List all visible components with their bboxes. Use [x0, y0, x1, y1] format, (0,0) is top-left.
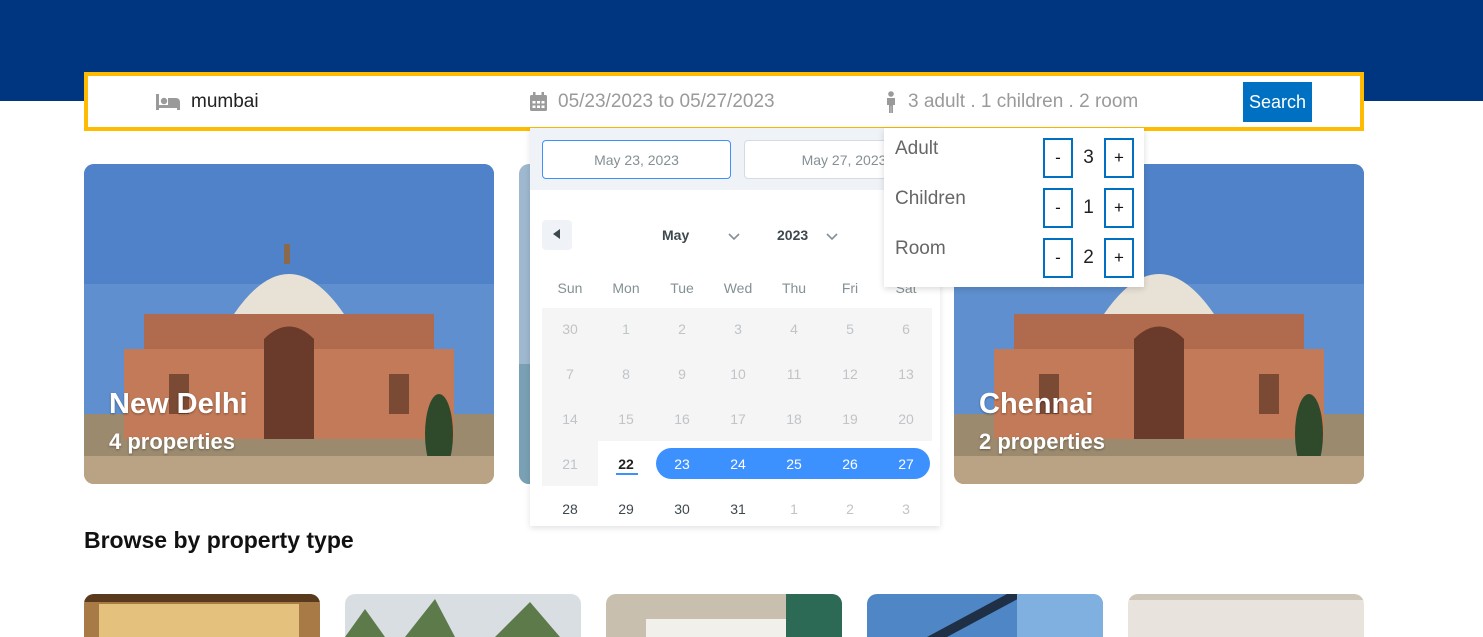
year-select[interactable]: 2023 — [777, 227, 808, 243]
start-date-input[interactable]: May 23, 2023 — [542, 140, 731, 179]
destination-value: mumbai — [191, 90, 259, 112]
room-row: Room - 2 + — [884, 238, 1144, 280]
calendar-icon — [529, 91, 548, 112]
property-type-card[interactable] — [606, 594, 842, 637]
guests-field[interactable]: 3 adult . 1 children . 2 room — [884, 76, 1138, 127]
calendar-day: 18 — [786, 411, 802, 427]
calendar-day: 14 — [562, 411, 578, 427]
calendar-day[interactable]: 29 — [598, 501, 654, 517]
chevron-down-icon[interactable] — [728, 228, 740, 246]
calendar-day: 9 — [678, 366, 686, 382]
city-name: New Delhi — [109, 388, 248, 420]
calendar-day[interactable]: 30 — [654, 501, 710, 517]
calendar-day[interactable]: 28 — [542, 501, 598, 517]
search-button[interactable]: Search — [1243, 82, 1312, 122]
property-photo — [345, 594, 581, 637]
calendar-day: 17 — [730, 411, 746, 427]
calendar-day[interactable]: 24 — [710, 456, 766, 472]
weekday-header: Sun — [557, 280, 583, 296]
calendar-day: 11 — [786, 366, 802, 382]
weekday-header: Mon — [612, 280, 640, 296]
room-count: 2 — [1083, 247, 1094, 268]
caret-left-icon — [553, 226, 561, 244]
weekday-header: Tue — [670, 280, 694, 296]
month-select[interactable]: May — [662, 227, 689, 243]
person-icon — [884, 90, 898, 113]
date-range-picker: May 23, 2023 May 27, 2023 May 2023 Sun Mo… — [530, 128, 944, 526]
children-count: 1 — [1083, 197, 1094, 218]
destination-field[interactable]: mumbai — [155, 76, 259, 127]
calendar-day[interactable]: 23 — [654, 456, 710, 472]
adult-row: Adult - 3 + — [884, 138, 1144, 180]
property-type-card[interactable] — [345, 594, 581, 637]
calendar-day: 15 — [618, 411, 634, 427]
property-count: 2 properties — [979, 429, 1105, 454]
calendar-day[interactable]: 31 — [710, 501, 766, 517]
adult-label: Adult — [895, 138, 939, 159]
chevron-down-icon[interactable] — [826, 228, 838, 246]
city-card-new-delhi[interactable]: New Delhi 4 properties — [84, 164, 494, 484]
children-decrement-button[interactable]: - — [1043, 188, 1073, 228]
room-increment-button[interactable]: + — [1104, 238, 1134, 278]
calendar-day: 20 — [898, 411, 914, 427]
calendar-day: 3 — [734, 321, 742, 337]
weekday-header: Fri — [841, 280, 859, 296]
calendar-day: 12 — [842, 366, 858, 382]
property-count: 4 properties — [109, 429, 235, 454]
bed-icon — [155, 92, 181, 112]
property-photo — [84, 594, 320, 637]
calendar-day: 1 — [790, 501, 798, 517]
calendar-day: 2 — [846, 501, 854, 517]
calendar-day[interactable]: 27 — [878, 456, 934, 472]
calendar-day: 5 — [846, 321, 854, 337]
search-bar: mumbai 05/23/2023 to 05/27/2023 3 adult … — [84, 72, 1364, 131]
calendar-day[interactable]: 25 — [766, 456, 822, 472]
property-type-card[interactable] — [1128, 594, 1364, 637]
calendar-day[interactable]: 22 — [598, 456, 654, 472]
calendar-day: 6 — [902, 321, 910, 337]
weekday-header: Thu — [781, 280, 807, 296]
calendar-day: 2 — [678, 321, 686, 337]
browse-property-type-heading: Browse by property type — [84, 527, 354, 553]
calendar-day: 4 — [790, 321, 798, 337]
calendar-day: 7 — [566, 366, 574, 382]
city-name: Chennai — [979, 388, 1094, 420]
children-label: Children — [895, 188, 966, 209]
room-label: Room — [895, 238, 946, 259]
today-indicator — [616, 473, 638, 475]
children-increment-button[interactable]: + — [1104, 188, 1134, 228]
calendar-day: 19 — [842, 411, 858, 427]
calendar-day: 30 — [562, 321, 578, 337]
weekday-header: Wed — [723, 280, 753, 296]
calendar-day[interactable]: 26 — [822, 456, 878, 472]
guests-options-popover: Adult - 3 + Children - 1 + Room - 2 + — [884, 128, 1144, 287]
room-decrement-button[interactable]: - — [1043, 238, 1073, 278]
property-photo — [867, 594, 1103, 637]
calendar-day: 3 — [902, 501, 910, 517]
adult-increment-button[interactable]: + — [1104, 138, 1134, 178]
guests-summary-value: 3 adult . 1 children . 2 room — [908, 90, 1139, 112]
calendar-day: 8 — [622, 366, 630, 382]
date-field[interactable]: 05/23/2023 to 05/27/2023 — [529, 76, 775, 127]
date-range-value: 05/23/2023 to 05/27/2023 — [558, 90, 775, 112]
adult-count: 3 — [1083, 147, 1094, 168]
calendar-day: 1 — [622, 321, 630, 337]
adult-decrement-button[interactable]: - — [1043, 138, 1073, 178]
calendar-day: 10 — [730, 366, 746, 382]
property-photo — [606, 594, 842, 637]
property-type-card[interactable] — [84, 594, 320, 637]
property-type-card[interactable] — [867, 594, 1103, 637]
calendar-day: 13 — [898, 366, 914, 382]
property-photo — [1128, 594, 1364, 637]
calendar-day: 16 — [674, 411, 690, 427]
previous-month-button[interactable] — [542, 220, 572, 250]
children-row: Children - 1 + — [884, 188, 1144, 230]
calendar-day: 21 — [562, 456, 578, 472]
